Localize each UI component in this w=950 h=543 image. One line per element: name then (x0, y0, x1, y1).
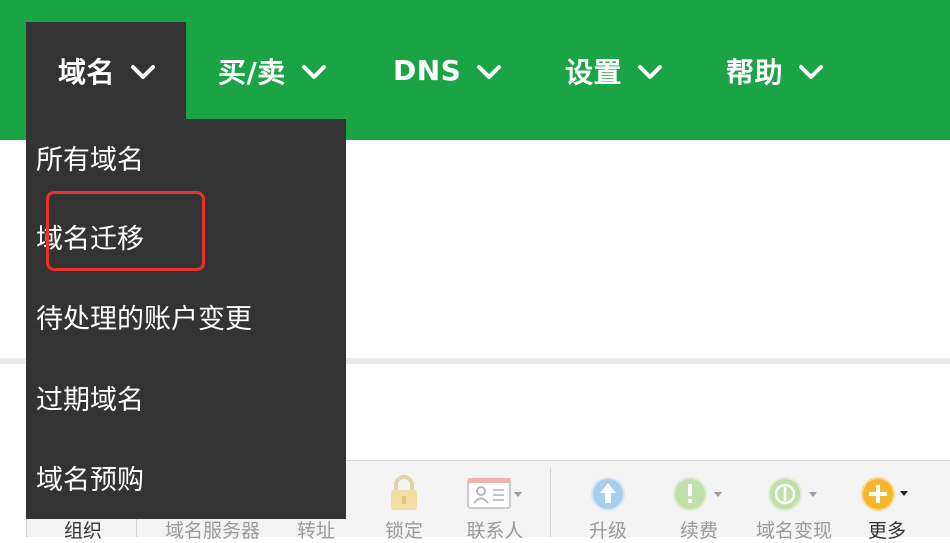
menu-item-expired-domains[interactable]: 过期域名 (36, 372, 144, 422)
toolbar-renew-label: 续费 (679, 520, 718, 542)
chevron-down-icon (636, 63, 664, 81)
nav-domains-label: 域名 (58, 55, 116, 89)
toolbar-monetize-button[interactable]: 域名变现 (749, 470, 839, 542)
toolbar-org-label: 组织 (63, 520, 102, 542)
chevron-down-icon (300, 63, 328, 81)
toolbar-upgrade-label: 升级 (588, 520, 627, 542)
contact-card-icon (464, 474, 526, 512)
chevron-down-icon (797, 63, 825, 81)
menu-item-domain-backorder[interactable]: 域名预购 (36, 452, 144, 502)
toolbar-contact-label: 联系人 (466, 520, 524, 542)
nav-settings-label: 设置 (565, 55, 623, 89)
nav-buy-sell-label: 买/卖 (218, 55, 286, 89)
plus-more-icon (856, 474, 918, 512)
menu-item-label: 域名预购 (36, 464, 144, 496)
upgrade-arrow-icon (588, 474, 628, 512)
toolbar-renew-button[interactable]: 续费 (654, 470, 744, 542)
dollar-icon (763, 474, 825, 512)
chevron-down-icon (129, 63, 157, 81)
toolbar-more-button[interactable]: 更多 (842, 470, 932, 542)
highlight-annotation-box (46, 191, 205, 271)
toolbar-separator (550, 468, 551, 537)
menu-item-label: 过期域名 (36, 384, 144, 416)
toolbar-lock-label: 锁定 (384, 520, 423, 542)
toolbar-lock-button[interactable]: 锁定 (359, 470, 449, 542)
nav-dns-label: DNS (393, 54, 462, 87)
toolbar-forward-label: 转址 (296, 520, 335, 542)
nav-buy-sell[interactable]: 买/卖 (218, 22, 328, 119)
toolbar-monetize-label: 域名变现 (755, 520, 832, 542)
lock-icon (384, 474, 424, 512)
menu-item-pending-account-changes[interactable]: 待处理的账户变更 (36, 291, 252, 341)
menu-item-label: 待处理的账户变更 (36, 303, 252, 335)
nav-settings[interactable]: 设置 (565, 22, 664, 119)
toolbar-contact-button[interactable]: 联系人 (450, 470, 540, 542)
renew-icon (668, 474, 730, 512)
menu-item-label: 所有域名 (36, 144, 144, 176)
toolbar-upgrade-button[interactable]: 升级 (563, 470, 653, 542)
nav-help-label: 帮助 (726, 55, 784, 89)
nav-domains[interactable]: 域名 (26, 22, 186, 119)
menu-item-all-domains[interactable]: 所有域名 (36, 132, 144, 182)
chevron-down-icon (475, 63, 503, 81)
toolbar-nameserver-label: 域名服务器 (165, 520, 261, 542)
nav-dns[interactable]: DNS (393, 22, 503, 119)
toolbar-more-label: 更多 (867, 520, 906, 542)
nav-help[interactable]: 帮助 (726, 22, 825, 119)
